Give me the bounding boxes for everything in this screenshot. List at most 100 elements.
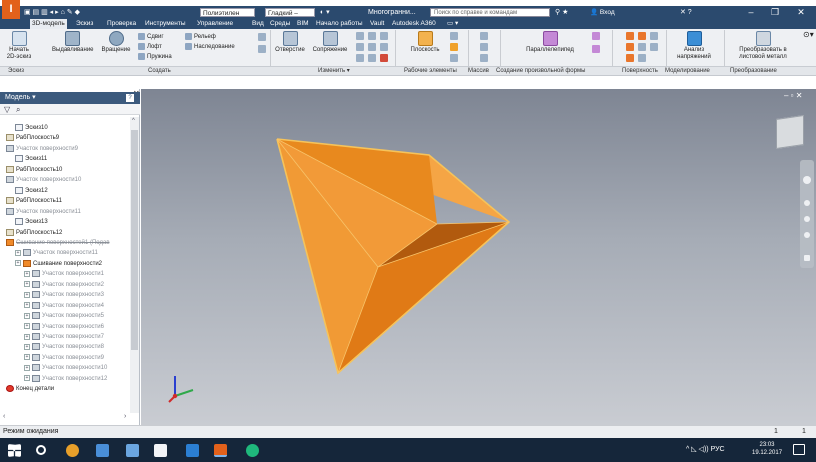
tab-options-icon[interactable]: ▭ ▾ bbox=[445, 19, 460, 29]
convert-sheet-metal-button[interactable]: Преобразовать в листовой металл bbox=[728, 31, 798, 61]
expand-icon[interactable]: + bbox=[24, 312, 30, 319]
browser-header[interactable]: Модель ▾ ? bbox=[0, 92, 140, 104]
tree-item[interactable]: + Участок поверхности5 bbox=[24, 312, 104, 320]
tab-tools[interactable]: Инструменты bbox=[143, 19, 188, 29]
file-explorer-icon[interactable] bbox=[96, 444, 109, 457]
sweep-button[interactable]: Сдвиг bbox=[138, 33, 164, 41]
tab-inspect[interactable]: Проверка bbox=[105, 19, 138, 29]
sculpt-icon[interactable] bbox=[650, 32, 658, 40]
system-tray[interactable]: ^ ◺ ◁)) РУС bbox=[686, 442, 725, 458]
repair-icon[interactable] bbox=[638, 54, 646, 62]
scroll-right-icon[interactable]: › bbox=[124, 413, 126, 420]
pan-icon[interactable] bbox=[804, 200, 810, 206]
axis-icon[interactable] bbox=[450, 32, 458, 40]
expand-icon[interactable]: + bbox=[15, 260, 21, 267]
derive-button[interactable]: Наследование bbox=[185, 43, 235, 51]
tree-item[interactable]: + Участок поверхности10 bbox=[24, 364, 107, 372]
tree-item[interactable]: + Участок поверхности12 bbox=[24, 374, 107, 383]
freeform-icon[interactable] bbox=[592, 32, 600, 40]
tree-item[interactable]: РабПлоскость10 bbox=[6, 165, 62, 174]
tab-manage[interactable]: Управление bbox=[195, 19, 235, 29]
ribbon-options-icon[interactable]: ⊙▾ bbox=[803, 31, 814, 39]
shell-icon[interactable] bbox=[368, 32, 376, 40]
browser-help-icon[interactable]: ? bbox=[126, 94, 134, 102]
tree-item[interactable]: + Сшивание поверхности2 bbox=[15, 259, 102, 268]
language-indicator[interactable]: РУС bbox=[711, 446, 725, 453]
tree-item[interactable]: РабПлоскость11 bbox=[6, 197, 62, 205]
hole-button[interactable]: Отверстие bbox=[272, 31, 308, 54]
zoom-icon[interactable] bbox=[804, 216, 810, 222]
tree-item[interactable]: Сшивание поверхностей1 (Подав bbox=[6, 238, 110, 247]
app-icon[interactable] bbox=[246, 444, 259, 457]
material-combo[interactable]: Полиэтилен bbox=[200, 8, 255, 17]
tree-item[interactable]: Участок поверхности11 bbox=[6, 207, 81, 216]
tab-view[interactable]: Вид bbox=[250, 19, 266, 29]
mail-icon[interactable] bbox=[154, 444, 167, 457]
tree-item[interactable]: Конец детали bbox=[6, 385, 54, 393]
notification-icon[interactable] bbox=[793, 444, 805, 455]
tab-sketch[interactable]: Эскиз bbox=[74, 19, 95, 29]
tree-item[interactable]: + Участок поверхности2 bbox=[24, 280, 104, 289]
patch-icon[interactable] bbox=[638, 32, 646, 40]
thicken-icon[interactable] bbox=[356, 54, 364, 62]
word-icon[interactable] bbox=[186, 444, 199, 457]
trim-icon[interactable] bbox=[626, 43, 634, 51]
orbit-icon[interactable] bbox=[804, 232, 810, 238]
boundary-icon[interactable] bbox=[650, 43, 658, 51]
inventor-taskbar-icon[interactable] bbox=[214, 444, 227, 457]
coil-button[interactable]: Пружина bbox=[138, 53, 172, 61]
tree-item[interactable]: + Участок поверхности7 bbox=[24, 333, 104, 341]
minimize-button[interactable]: – bbox=[740, 6, 762, 19]
search-icon[interactable] bbox=[36, 445, 46, 455]
expand-icon[interactable]: + bbox=[24, 291, 30, 298]
tree-item[interactable]: Эскиз13 bbox=[15, 218, 48, 226]
help-search-input[interactable]: Поиск по справке и командам bbox=[430, 8, 550, 17]
tab-a360[interactable]: Autodesk A360 bbox=[390, 19, 438, 29]
start-sketch-button[interactable]: Начать 2D-эскиз bbox=[4, 31, 34, 61]
replace-face-icon[interactable] bbox=[368, 54, 376, 62]
stress-analysis-button[interactable]: Анализ напряжений bbox=[672, 31, 716, 61]
box-button[interactable]: Параллелепипед bbox=[520, 31, 580, 54]
tab-environments[interactable]: Среды bbox=[268, 19, 292, 29]
loft-button[interactable]: Лофт bbox=[138, 43, 162, 51]
palette-icon[interactable]: ◐ ▾ bbox=[320, 8, 330, 17]
tab-vault[interactable]: Vault bbox=[368, 19, 386, 29]
expand-icon[interactable]: + bbox=[24, 354, 30, 361]
sign-in-link[interactable]: 👤 Вход bbox=[590, 8, 615, 17]
viewport-controls[interactable]: – ▫ ✕ bbox=[784, 91, 802, 100]
clock[interactable]: 23:03 19.12.2017 bbox=[752, 441, 782, 457]
quick-access-toolbar[interactable]: ▣ ▤ ▥ ◂ ▸ ⌂ ✎ ◆ bbox=[24, 8, 80, 17]
chrome-icon[interactable] bbox=[66, 444, 79, 457]
polyhedron-model[interactable] bbox=[141, 89, 816, 425]
close-button[interactable]: ✕ bbox=[790, 6, 812, 19]
browser-title[interactable]: Модель ▾ bbox=[5, 94, 36, 101]
expand-icon[interactable]: + bbox=[15, 249, 21, 256]
extend-icon[interactable] bbox=[638, 43, 646, 51]
expand-icon[interactable]: + bbox=[24, 364, 30, 371]
split-icon[interactable] bbox=[368, 43, 376, 51]
panel-modify[interactable]: Изменить ▾ bbox=[318, 67, 350, 76]
extrude-button[interactable]: Выдавливание bbox=[52, 31, 94, 54]
expand-icon[interactable]: + bbox=[24, 281, 30, 288]
panel-surface[interactable]: Поверхность bbox=[622, 67, 658, 76]
panel-work-features[interactable]: Рабочие элементы bbox=[404, 67, 457, 76]
point-icon[interactable] bbox=[450, 43, 458, 51]
draft-icon[interactable] bbox=[380, 32, 388, 40]
browser-scroll-thumb[interactable] bbox=[131, 130, 138, 350]
combine-icon[interactable] bbox=[380, 43, 388, 51]
maximize-button[interactable]: ❐ bbox=[764, 6, 786, 19]
tree-item[interactable]: Участок поверхности10 bbox=[6, 176, 81, 184]
tree-item[interactable]: + Участок поверхности3 bbox=[24, 291, 104, 299]
help-icon[interactable]: ✕ ? bbox=[680, 8, 692, 17]
start-menu-icon[interactable] bbox=[8, 444, 21, 457]
tree-item[interactable]: + Участок поверхности8 bbox=[24, 343, 104, 351]
rib-icon[interactable] bbox=[258, 33, 266, 41]
tab-bim[interactable]: BIM bbox=[295, 19, 311, 29]
tree-item[interactable]: + Участок поверхности11 bbox=[15, 249, 98, 257]
tree-item[interactable]: РабПлоскость12 bbox=[6, 228, 62, 237]
app-logo[interactable]: I bbox=[2, 0, 20, 19]
freeform2-icon[interactable] bbox=[592, 45, 600, 53]
emboss-button[interactable]: Рельеф bbox=[185, 33, 216, 41]
tree-item[interactable]: + Участок поверхности4 bbox=[24, 301, 104, 310]
expand-icon[interactable]: + bbox=[24, 270, 30, 277]
